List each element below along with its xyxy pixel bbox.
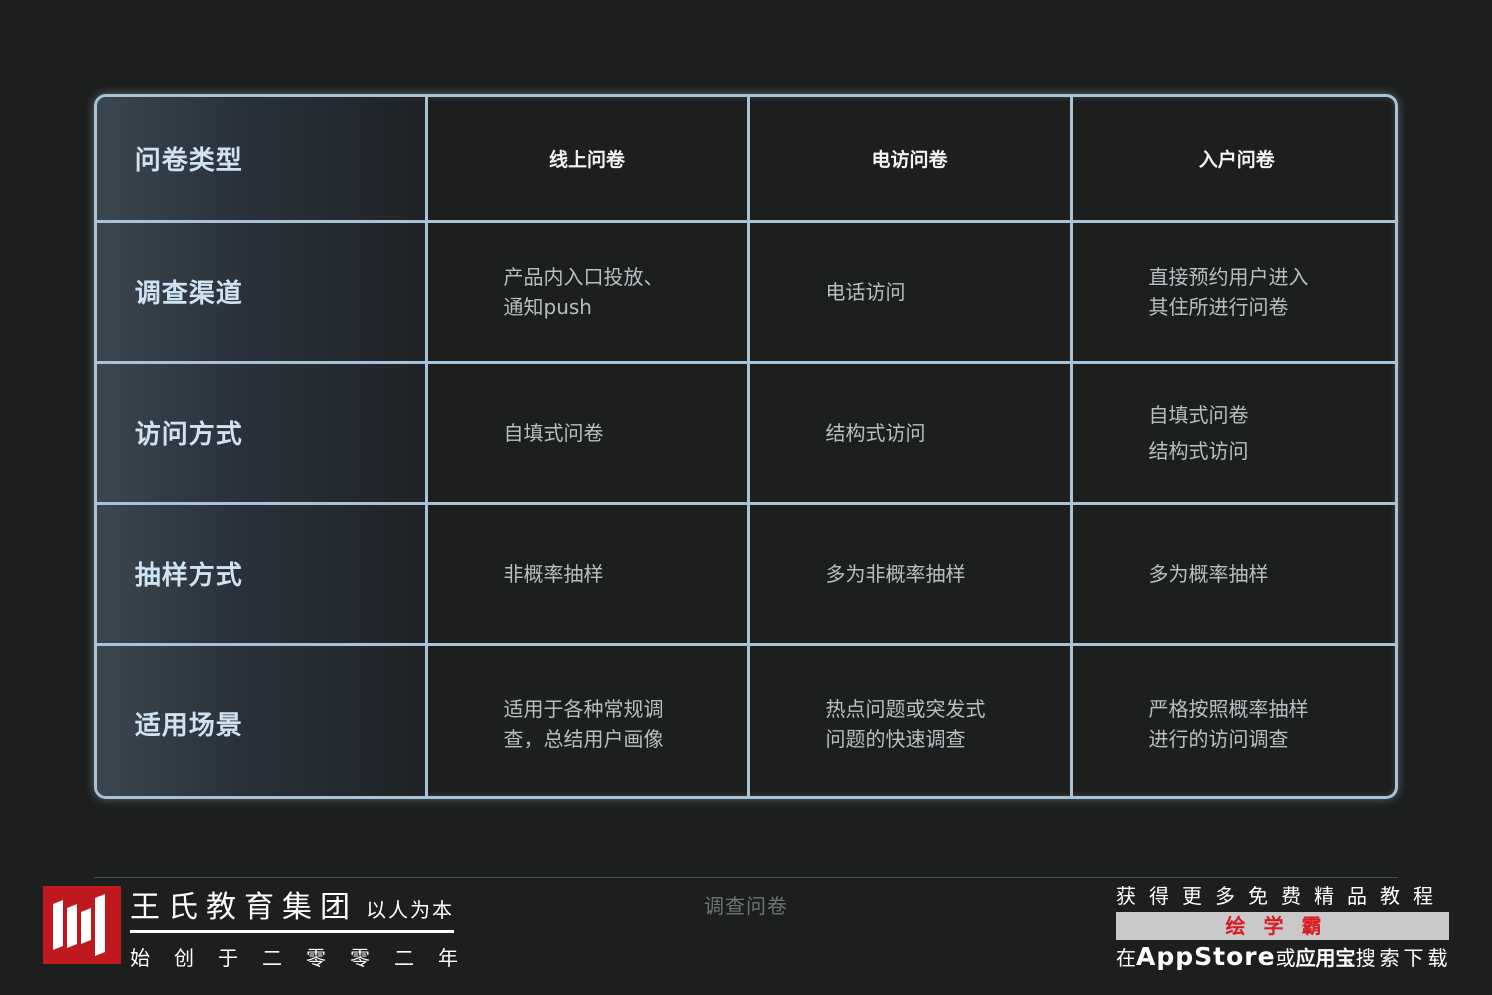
- cell-line: 多为非概率抽样: [825, 561, 966, 586]
- promo-prefix: 在: [1116, 946, 1136, 970]
- table-cell: 多为非概率抽样: [746, 501, 1073, 646]
- comparison-grid: 问卷类型 线上问卷 电访问卷 入户问卷 调查渠道 产品内入口投放、 通知push…: [97, 97, 1395, 796]
- cell-line: 通知push: [503, 294, 592, 319]
- table-row: 抽样方式 非概率抽样 多为非概率抽样 多为概率抽样: [97, 501, 1395, 646]
- table-cell: 多为概率抽样: [1069, 501, 1395, 646]
- cell-line: 直接预约用户进入: [1148, 264, 1309, 289]
- row-label: 适用场景: [134, 711, 243, 742]
- table-row: 访问方式 自填式问卷 结构式访问 自填式问卷 结构式访问: [97, 360, 1395, 505]
- table-header-row: 问卷类型 线上问卷 电访问卷 入户问卷: [97, 97, 1395, 223]
- cell-line: 产品内入口投放、: [503, 264, 664, 289]
- brand-underline: [130, 930, 454, 933]
- cell-line: 自填式问卷: [1148, 402, 1249, 427]
- footer-divider: [94, 877, 1398, 878]
- promo-appstore: AppStore: [1136, 942, 1276, 971]
- cell-line: 查，总结用户画像: [503, 726, 664, 751]
- comparison-table: 问卷类型 线上问卷 电访问卷 入户问卷 调查渠道 产品内入口投放、 通知push…: [94, 94, 1398, 799]
- promo-brand-bar: 绘学霸: [1116, 912, 1449, 940]
- row-label: 调查渠道: [134, 279, 243, 309]
- table-cell: 电话访问: [746, 219, 1073, 364]
- table-row: 调查渠道 产品内入口投放、 通知push 电话访问 直接预约用户进入 其住所进行…: [97, 219, 1395, 364]
- row-label-cell: 适用场景: [97, 642, 428, 796]
- promo-or: 或: [1275, 946, 1296, 970]
- row-label: 抽样方式: [134, 561, 243, 591]
- cell-line: 问题的快速调查: [825, 726, 966, 751]
- table-cell: 直接预约用户进入 其住所进行问卷: [1069, 219, 1395, 364]
- cell-line: 多为概率抽样: [1148, 561, 1269, 586]
- cell-line: 结构式访问: [1148, 438, 1249, 463]
- column-header-online: 线上问卷: [424, 97, 750, 223]
- cell-line: 进行的访问调查: [1148, 726, 1289, 751]
- brand-subtitle: 始创于二零零二年: [130, 946, 482, 970]
- table-cell: 非概率抽样: [424, 501, 750, 646]
- row-label-cell: 调查渠道: [97, 219, 428, 364]
- promo-block: 获得更多免费精品教程 绘学霸 在AppStore或应用宝搜索下载: [1116, 882, 1450, 973]
- row-label: 访问方式: [134, 420, 243, 450]
- cell-line: 严格按照概率抽样: [1148, 696, 1309, 721]
- table-cell: 适用于各种常规调 查，总结用户画像: [424, 642, 750, 796]
- table-row: 适用场景 适用于各种常规调 查，总结用户画像 热点问题或突发式 问题的快速调查 …: [97, 642, 1395, 796]
- column-header-home: 入户问卷: [1069, 97, 1395, 223]
- promo-headline: 获得更多免费精品教程: [1116, 884, 1446, 908]
- row-label-cell: 抽样方式: [97, 501, 428, 646]
- header-label-cell: 问卷类型: [97, 97, 428, 223]
- table-cell: 严格按照概率抽样 进行的访问调查: [1069, 642, 1395, 796]
- table-cell: 产品内入口投放、 通知push: [424, 219, 750, 364]
- cell-line: 自填式问卷: [503, 420, 604, 445]
- table-cell: 自填式问卷 结构式访问: [1069, 360, 1395, 505]
- table-cell: 结构式访问: [746, 360, 1073, 505]
- cell-line: 非概率抽样: [503, 561, 604, 586]
- promo-download-line: 在AppStore或应用宝搜索下载: [1116, 942, 1450, 973]
- cell-line: 电话访问: [825, 279, 906, 304]
- header-label: 问卷类型: [134, 145, 243, 176]
- cell-line: 适用于各种常规调: [503, 696, 664, 721]
- cell-line: 结构式访问: [825, 420, 926, 445]
- promo-store: 应用宝: [1295, 946, 1356, 970]
- row-label-cell: 访问方式: [97, 360, 428, 505]
- cell-line: 其住所进行问卷: [1148, 294, 1289, 319]
- promo-suffix: 搜索下载: [1355, 946, 1452, 970]
- table-cell: 热点问题或突发式 问题的快速调查: [746, 642, 1073, 796]
- cell-line: 热点问题或突发式: [825, 696, 986, 721]
- column-header-phone: 电访问卷: [746, 97, 1073, 223]
- table-cell: 自填式问卷: [424, 360, 750, 505]
